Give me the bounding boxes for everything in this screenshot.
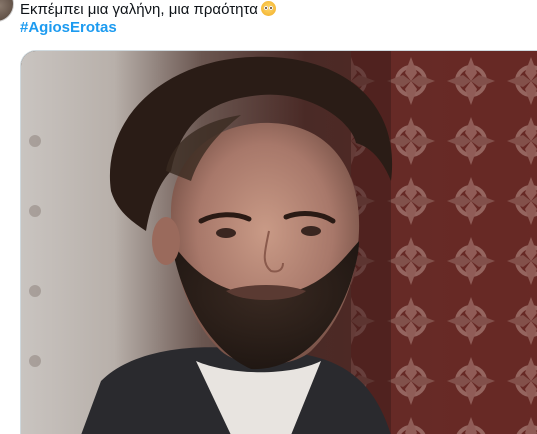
tweet-container: Εκπέμπει μια γαλήνη, μια πραότητα #Agios…	[0, 0, 537, 434]
tweet-text: Εκπέμπει μια γαλήνη, μια πραότητα	[20, 1, 276, 19]
tweet-text-content: Εκπέμπει μια γαλήνη, μια πραότητα	[20, 1, 258, 18]
media-still-illustration	[21, 51, 537, 434]
pleading-face-emoji-icon	[260, 1, 276, 16]
avatar[interactable]	[0, 0, 14, 22]
hashtag-link[interactable]: #AgiosErotas	[20, 19, 117, 37]
tweet-media-image[interactable]	[20, 50, 537, 434]
